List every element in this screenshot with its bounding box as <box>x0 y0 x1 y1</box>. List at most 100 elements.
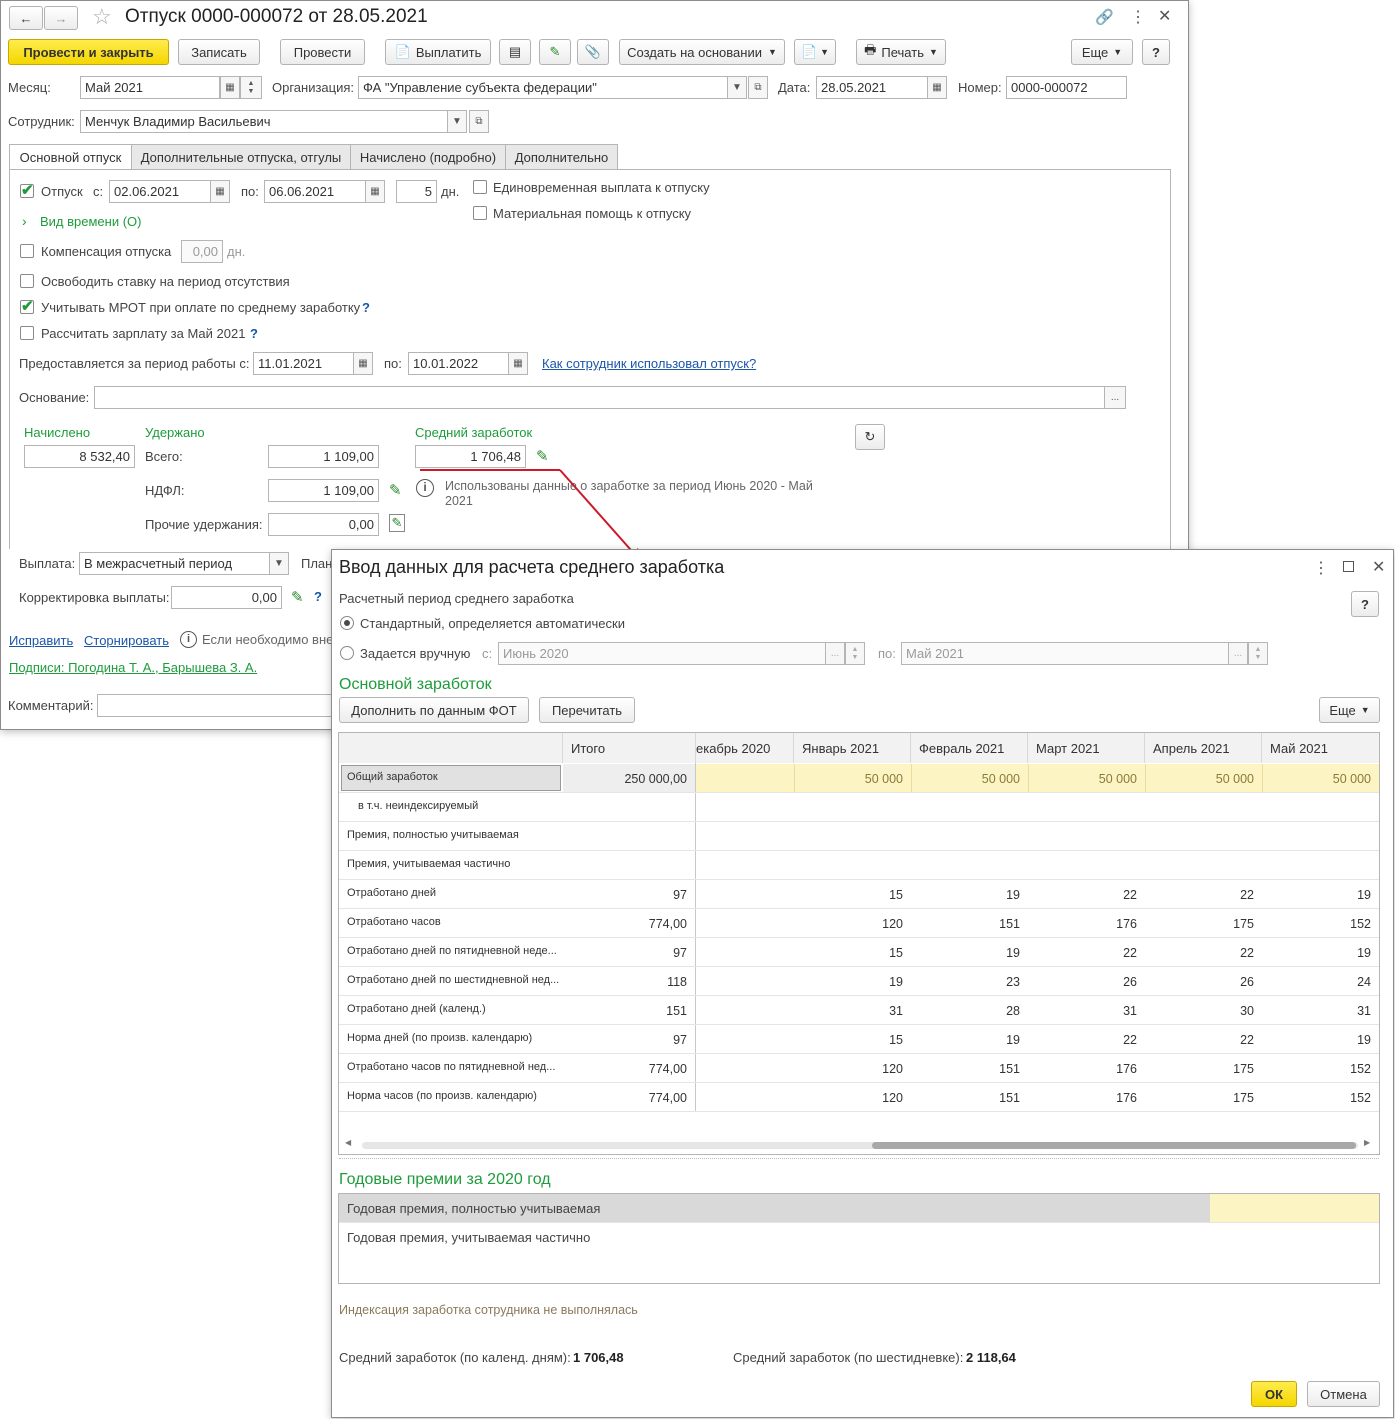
period-to-field[interactable]: 10.01.2022 <box>408 352 509 375</box>
mrot-checkbox[interactable] <box>20 297 34 315</box>
bonus-row-partial[interactable]: Годовая премия, учитываемая частично <box>347 1230 590 1245</box>
table-cell-month[interactable]: 176 <box>1116 1091 1137 1105</box>
usage-link[interactable]: Как сотрудник использовал отпуск? <box>542 356 756 371</box>
table-cell-month[interactable]: 151 <box>999 1062 1020 1076</box>
pay-button[interactable]: 📄 Выплатить <box>385 39 491 65</box>
reverse-link[interactable]: Сторнировать <box>84 633 169 648</box>
calc-salary-checkbox[interactable] <box>20 326 34 340</box>
table-header-month[interactable]: Май 2021 <box>1262 733 1379 763</box>
period-from-field[interactable]: 11.01.2021 <box>253 352 354 375</box>
org-field[interactable]: ФА "Управление субъекта федерации" <box>358 76 728 99</box>
correction-edit-pencil-icon[interactable]: ✎ <box>291 588 304 606</box>
table-cell-month[interactable]: 175 <box>1233 1062 1254 1076</box>
table-row-label[interactable]: Норма дней (по произв. календарю) <box>347 1032 532 1044</box>
print-button[interactable]: 🖶 Печать ▼ <box>856 39 946 65</box>
favorite-star-icon[interactable]: ☆ <box>92 4 112 30</box>
comment-field[interactable] <box>97 694 337 717</box>
signatures-link[interactable]: Подписи: Погодина Т. А., Барышева З. А. <box>9 660 257 675</box>
table-cell-month[interactable]: 19 <box>1357 1033 1371 1047</box>
table-cell-month[interactable]: 19 <box>1357 888 1371 902</box>
vacation-checkbox[interactable] <box>20 181 34 199</box>
scroll-right-icon[interactable]: ▶ <box>1364 1138 1370 1147</box>
table-cell-month[interactable]: 31 <box>889 1004 903 1018</box>
calendar-icon[interactable]: ▦ <box>927 76 947 99</box>
table-cell-month[interactable]: 22 <box>1123 888 1137 902</box>
table-cell-month[interactable]: 50 000 <box>982 772 1020 786</box>
calc-salary-help-icon[interactable]: ? <box>250 326 258 341</box>
create-based-button[interactable]: Создать на основании ▼ <box>619 39 785 65</box>
manual-to-field[interactable]: Май 2021 <box>901 642 1229 665</box>
radio-manual[interactable] <box>340 646 354 660</box>
table-cell-total[interactable]: 97 <box>673 1033 687 1047</box>
back-button[interactable]: ← <box>9 6 43 30</box>
bonus-value-cell[interactable] <box>1210 1194 1379 1222</box>
table-row-label[interactable]: Отработано дней <box>347 887 436 899</box>
table-row-label[interactable]: Премия, учитываемая частично <box>347 858 510 870</box>
org-open-icon[interactable]: ⧉ <box>748 76 768 99</box>
calendar-icon[interactable]: ▦ <box>210 180 230 203</box>
table-cell-month[interactable]: 176 <box>1116 917 1137 931</box>
manual-from-stepper[interactable]: ▲ ▼ <box>845 642 865 665</box>
table-cell-month[interactable]: 152 <box>1350 917 1371 931</box>
manual-from-select-icon[interactable]: ... <box>825 642 845 665</box>
fill-fot-button[interactable]: Дополнить по данным ФОТ <box>339 697 529 723</box>
refresh-button[interactable]: ↻ <box>855 424 885 450</box>
correction-help-icon[interactable]: ? <box>314 589 322 604</box>
attach-icon[interactable]: 📎 <box>577 39 609 65</box>
material-aid-checkbox[interactable] <box>473 206 487 220</box>
ok-button[interactable]: ОК <box>1251 1381 1297 1407</box>
month-field[interactable]: Май 2021 <box>80 76 220 99</box>
table-cell-month[interactable]: 28 <box>1006 1004 1020 1018</box>
list-icon[interactable]: ▤ <box>499 39 531 65</box>
table-cell-month[interactable]: 22 <box>1240 1033 1254 1047</box>
forward-button[interactable]: → <box>44 6 78 30</box>
table-cell-month[interactable]: 26 <box>1240 975 1254 989</box>
table-cell-month[interactable]: 176 <box>1116 1062 1137 1076</box>
table-row-label[interactable]: Норма часов (по произв. календарю) <box>347 1090 537 1102</box>
basis-select-icon[interactable]: ... <box>1104 386 1126 409</box>
table-cell-month[interactable]: 15 <box>889 1033 903 1047</box>
table-cell-month[interactable]: 15 <box>889 946 903 960</box>
table-header-month[interactable]: Март 2021 <box>1028 733 1145 763</box>
basis-field[interactable] <box>94 386 1105 409</box>
to-date-field[interactable]: 06.06.2021 <box>264 180 366 203</box>
chevron-right-icon[interactable]: › <box>22 213 27 229</box>
table-cell-month[interactable]: 19 <box>1357 946 1371 960</box>
table-header-month[interactable]: Апрель 2021 <box>1145 733 1262 763</box>
fix-link[interactable]: Исправить <box>9 633 73 648</box>
table-cell-month[interactable]: 30 <box>1240 1004 1254 1018</box>
org-dropdown-icon[interactable]: ▼ <box>727 76 747 99</box>
other-edit-pencil-icon[interactable]: ✎ <box>389 514 405 532</box>
dialog-help-button[interactable]: ? <box>1351 591 1379 617</box>
link-icon[interactable]: 🔗 <box>1095 8 1114 26</box>
employee-open-icon[interactable]: ⧉ <box>469 110 489 133</box>
table-row-label[interactable]: в т.ч. неиндексируемый <box>358 800 478 812</box>
table-cell-total[interactable]: 250 000,00 <box>624 772 687 786</box>
table-cell-total[interactable]: 118 <box>667 975 687 989</box>
menu-dots-icon[interactable]: ⋮ <box>1130 7 1146 27</box>
table-row-label[interactable]: Общий заработок <box>347 771 438 783</box>
close-icon[interactable]: ✕ <box>1372 557 1385 577</box>
scroll-left-icon[interactable]: ◀ <box>345 1138 351 1147</box>
table-cell-total[interactable]: 151 <box>666 1004 687 1018</box>
table-cell-month[interactable]: 152 <box>1350 1062 1371 1076</box>
month-stepper[interactable]: ▲ ▼ <box>240 76 262 99</box>
table-cell-month[interactable]: 151 <box>999 1091 1020 1105</box>
table-row-label[interactable]: Отработано дней по пятидневной неде... <box>347 945 557 957</box>
date-field[interactable]: 28.05.2021 <box>816 76 928 99</box>
payment-field[interactable]: В межрасчетный период <box>79 552 270 575</box>
manual-from-field[interactable]: Июнь 2020 <box>498 642 826 665</box>
days-field[interactable]: 5 <box>396 180 437 203</box>
post-button[interactable]: Провести <box>280 39 365 65</box>
table-row-label[interactable]: Отработано дней по шестидневной нед... <box>347 974 559 986</box>
calendar-icon[interactable]: ▦ <box>508 352 528 375</box>
post-close-button[interactable]: Провести и закрыть <box>8 39 169 65</box>
tab-additional-leave[interactable]: Дополнительные отпуска, отгулы <box>131 144 351 170</box>
save-button[interactable]: Записать <box>178 39 260 65</box>
table-cell-total[interactable]: 774,00 <box>649 1062 687 1076</box>
from-date-field[interactable]: 02.06.2021 <box>109 180 211 203</box>
maximize-icon[interactable] <box>1343 561 1354 572</box>
table-cell-month[interactable]: 50 000 <box>1216 772 1254 786</box>
table-header-month[interactable]: екабрь 2020 <box>696 733 794 763</box>
table-row-label[interactable]: Отработано часов <box>347 916 441 928</box>
